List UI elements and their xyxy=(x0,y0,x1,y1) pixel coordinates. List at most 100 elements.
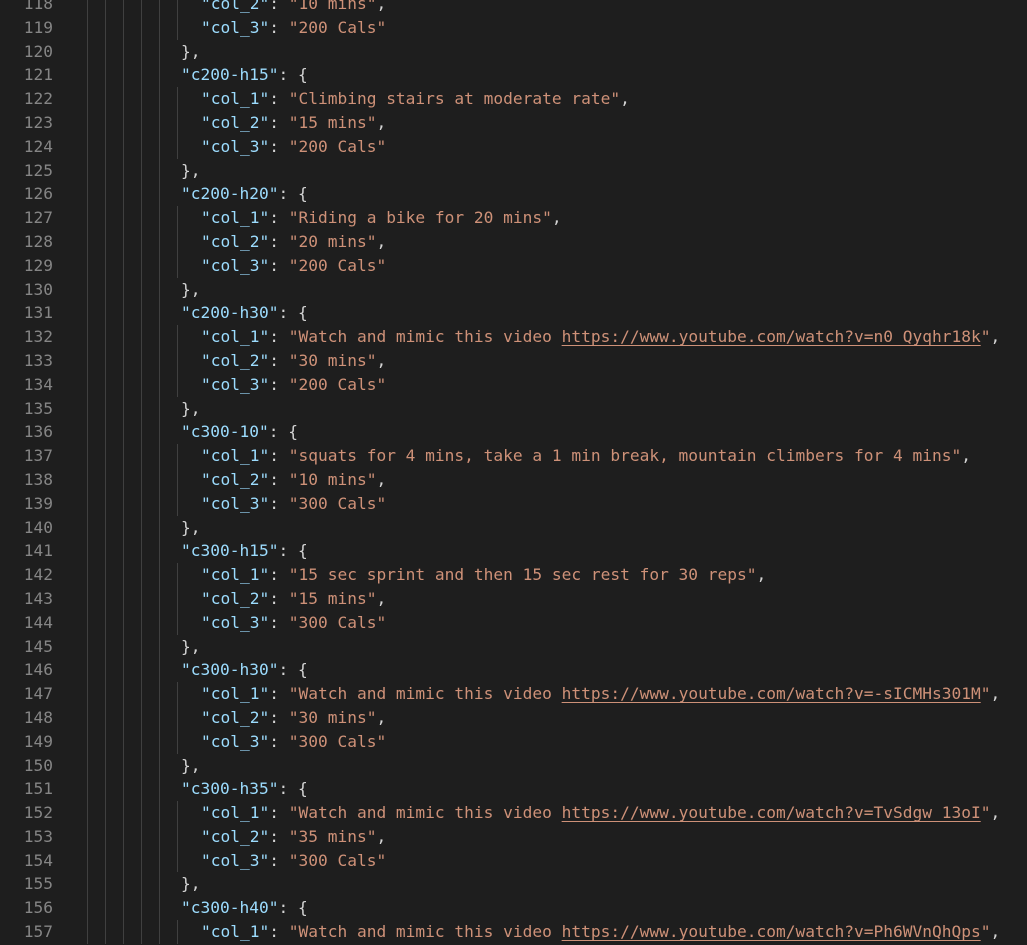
code-line[interactable]: 133 "col_2": "30 mins", xyxy=(0,348,1027,373)
indent-guide xyxy=(87,467,88,492)
indent-guide xyxy=(141,182,142,207)
line-number: 151 xyxy=(23,779,53,799)
indent-guide xyxy=(177,253,178,278)
indent-guide xyxy=(123,301,124,326)
code-line[interactable]: 128 "col_2": "20 mins", xyxy=(0,229,1027,254)
code-line[interactable]: 146 "c300-h30": { xyxy=(0,658,1027,683)
line-number: 119 xyxy=(23,17,53,37)
code-line[interactable]: 124 "col_3": "200 Cals" xyxy=(0,134,1027,159)
code-line[interactable]: 152 "col_1": "Watch and mimic this video … xyxy=(0,801,1027,825)
indent-guide xyxy=(141,586,142,611)
indent-guide xyxy=(105,87,106,111)
indent-guide xyxy=(141,610,142,635)
indent-guides xyxy=(87,87,178,111)
json-key-token: "col_2" xyxy=(201,707,270,727)
json-key-token: "col_2" xyxy=(201,0,270,13)
code-line[interactable]: 136 "c300-10": { xyxy=(0,420,1027,445)
indent-guide xyxy=(87,920,88,944)
code-line[interactable]: 135}, xyxy=(0,396,1027,421)
indent-guide xyxy=(141,87,142,111)
code-editor[interactable]: 118 "col_2": "10 mins", 119 "col_3": "200 C… xyxy=(0,0,1027,945)
code-line[interactable]: 131 "c200-h30": { xyxy=(0,301,1027,326)
code-text: }, xyxy=(181,40,201,64)
line-number: 136 xyxy=(23,422,53,442)
code-text: "col_2": "15 mins", xyxy=(201,587,386,611)
punctuation-token: : { xyxy=(278,303,308,323)
indent-guide xyxy=(87,872,88,897)
indent-guide xyxy=(159,444,160,468)
indent-guide xyxy=(177,920,178,944)
code-line[interactable]: 123 "col_2": "15 mins", xyxy=(0,110,1027,135)
punctuation-token: , xyxy=(376,112,387,132)
code-line[interactable]: 141 "c300-h15": { xyxy=(0,539,1027,564)
code-line[interactable]: 119 "col_3": "200 Cals" xyxy=(0,15,1027,40)
code-line[interactable]: 151 "c300-h35": { xyxy=(0,777,1027,802)
code-line[interactable]: 142 "col_1": "15 sec sprint and then 15 s… xyxy=(0,563,1027,587)
indent-guide xyxy=(159,182,160,207)
indent-guide xyxy=(123,396,124,421)
code-line[interactable]: 127 "col_1": "Riding a bike for 20 mins", xyxy=(0,206,1027,230)
code-line[interactable]: 130}, xyxy=(0,277,1027,302)
code-line[interactable]: 121 "c200-h15": { xyxy=(0,63,1027,88)
line-number: 128 xyxy=(23,231,53,251)
indent-guides xyxy=(87,563,178,587)
code-line[interactable]: 138 "col_2": "10 mins", xyxy=(0,467,1027,492)
indent-guide xyxy=(159,467,160,492)
indent-guide xyxy=(141,872,142,897)
code-line[interactable]: 120}, xyxy=(0,39,1027,64)
indent-guide xyxy=(105,444,106,468)
code-line[interactable]: 139 "col_3": "300 Cals" xyxy=(0,491,1027,516)
code-line[interactable]: 129 "col_3": "200 Cals" xyxy=(0,253,1027,278)
indent-guide xyxy=(159,372,160,397)
indent-guide xyxy=(177,682,178,706)
code-line[interactable]: 122 "col_1": "Climbing stairs at moderate… xyxy=(0,87,1027,111)
indent-guide xyxy=(159,206,160,230)
indent-guide xyxy=(159,396,160,421)
code-line[interactable]: 156 "c300-h40": { xyxy=(0,896,1027,921)
code-line[interactable]: 125}, xyxy=(0,158,1027,183)
line-number: 135 xyxy=(23,398,53,418)
url-link[interactable]: https://www.youtube.com/watch?v=Ph6WVnQh… xyxy=(562,922,981,941)
code-text: "col_1": "Climbing stairs at moderate ra… xyxy=(201,87,630,111)
url-link[interactable]: https://www.youtube.com/watch?v=TvSdgw_1… xyxy=(562,803,981,822)
code-line[interactable]: 143 "col_2": "15 mins", xyxy=(0,586,1027,611)
indent-guide xyxy=(159,920,160,944)
code-line[interactable]: 126 "c200-h20": { xyxy=(0,182,1027,207)
code-line[interactable]: 132 "col_1": "Watch and mimic this video … xyxy=(0,325,1027,349)
punctuation-token: , xyxy=(376,0,387,13)
code-line[interactable]: 149 "col_3": "300 Cals" xyxy=(0,729,1027,754)
json-string-token: " xyxy=(980,684,991,704)
code-line[interactable]: 118 "col_2": "10 mins", xyxy=(0,0,1027,16)
indent-guide xyxy=(141,634,142,659)
code-lines[interactable]: 118 "col_2": "10 mins", 119 "col_3": "200 C… xyxy=(0,0,1027,944)
code-line[interactable]: 157 "col_1": "Watch and mimic this video … xyxy=(0,920,1027,944)
code-line[interactable]: 147 "col_1": "Watch and mimic this video … xyxy=(0,682,1027,706)
indent-guide xyxy=(123,325,124,349)
code-line[interactable]: 150}, xyxy=(0,753,1027,778)
json-key-token: "col_2" xyxy=(201,469,270,489)
indent-guide xyxy=(159,348,160,373)
indent-guide xyxy=(177,134,178,159)
url-link[interactable]: https://www.youtube.com/watch?v=-sICMHs3… xyxy=(562,684,981,703)
code-line[interactable]: 155}, xyxy=(0,872,1027,897)
punctuation-token: : xyxy=(269,327,289,347)
code-line[interactable]: 144 "col_3": "300 Cals" xyxy=(0,610,1027,635)
code-line[interactable]: 140}, xyxy=(0,515,1027,540)
line-number: 127 xyxy=(23,208,53,228)
json-string-token: "300 Cals" xyxy=(288,850,387,870)
code-line[interactable]: 145}, xyxy=(0,634,1027,659)
code-line[interactable]: 137 "col_1": "squats for 4 mins, take a 1… xyxy=(0,444,1027,468)
code-line[interactable]: 153 "col_2": "35 mins", xyxy=(0,824,1027,849)
indent-guide xyxy=(123,610,124,635)
code-line[interactable]: 134 "col_3": "200 Cals" xyxy=(0,372,1027,397)
indent-guide xyxy=(141,848,142,873)
url-link[interactable]: https://www.youtube.com/watch?v=n0_Qyqhr… xyxy=(562,327,981,346)
indent-guide xyxy=(87,134,88,159)
code-line[interactable]: 154 "col_3": "300 Cals" xyxy=(0,848,1027,873)
indent-guide xyxy=(87,824,88,849)
line-number: 134 xyxy=(23,374,53,394)
code-line[interactable]: 148 "col_2": "30 mins", xyxy=(0,705,1027,730)
punctuation-token: }, xyxy=(181,160,201,180)
indent-guide xyxy=(123,777,124,802)
indent-guide xyxy=(159,253,160,278)
